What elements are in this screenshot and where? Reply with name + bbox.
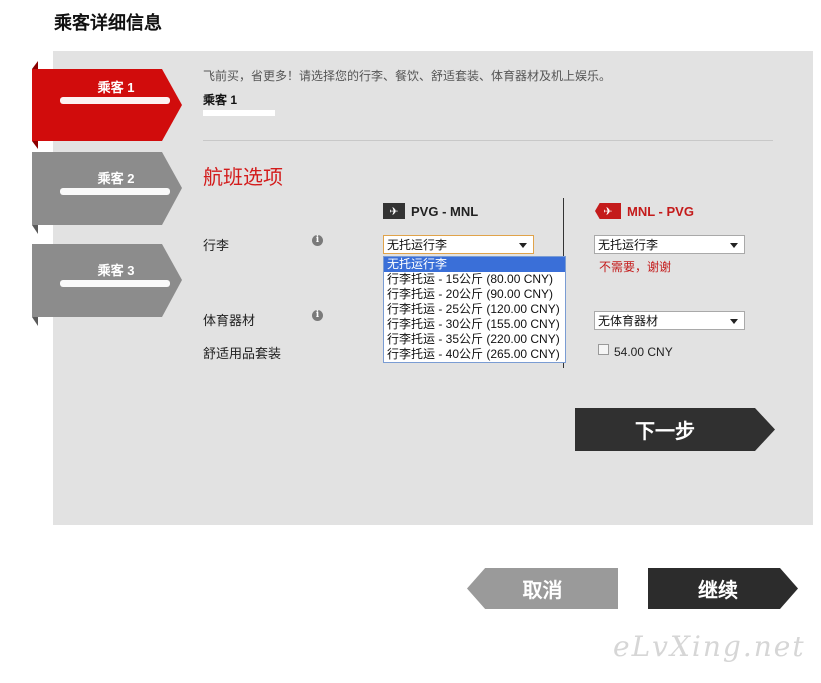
continue-button[interactable]: 继续	[648, 568, 798, 609]
route-outbound-label: PVG - MNL	[411, 203, 479, 219]
info-icon[interactable]: i	[312, 310, 323, 321]
watermark: eLvXing.net	[613, 630, 806, 663]
cancel-button[interactable]: 取消	[467, 568, 618, 609]
passenger-tab-2[interactable]: 乘客 2	[32, 152, 182, 234]
route-return: ✈ MNL - PVG	[595, 203, 694, 219]
dropdown-option[interactable]: 行李托运 - 20公斤 (90.00 CNY)	[384, 287, 565, 302]
select-value: 无体育器材	[598, 314, 659, 328]
divider	[203, 140, 773, 141]
passenger-tab-label: 乘客 3	[97, 263, 135, 278]
return-baggage-select[interactable]: 无托运行李	[594, 235, 745, 254]
passenger-tab-1[interactable]: 乘客 1	[32, 61, 182, 149]
comfort-label: 舒适用品套装	[203, 346, 282, 361]
current-passenger-label: 乘客 1	[203, 93, 238, 107]
outbound-baggage-select[interactable]: 无托运行李	[383, 235, 534, 254]
dropdown-option[interactable]: 行李托运 - 40公斤 (265.00 CNY)	[384, 347, 565, 362]
tab-ribbon-shape	[32, 244, 182, 326]
page-title: 乘客详细信息	[54, 13, 162, 33]
intro-text: 飞前买，省更多！请选择您的行李、餐饮、舒适套装、体育器材及机上娱乐。	[203, 69, 612, 83]
info-icon[interactable]: i	[312, 235, 323, 246]
comfort-price: 54.00 CNY	[614, 345, 673, 359]
plane-arrival-icon: ✈	[595, 203, 621, 219]
tab-ribbon-shape	[32, 152, 182, 234]
baggage-label: 行李	[203, 238, 230, 253]
tab-ribbon-shape	[32, 61, 182, 149]
chevron-down-icon	[730, 319, 738, 324]
passenger-name-redacted	[60, 188, 170, 195]
route-outbound: ✈ PVG - MNL	[383, 203, 478, 219]
baggage-dropdown-list: 无托运行李 行李托运 - 15公斤 (80.00 CNY) 行李托运 - 20公…	[383, 256, 566, 363]
sports-label: 体育器材	[203, 313, 256, 328]
dropdown-option[interactable]: 行李托运 - 35公斤 (220.00 CNY)	[384, 332, 565, 347]
route-return-label: MNL - PVG	[627, 203, 694, 219]
plane-departure-icon: ✈	[383, 203, 405, 219]
baggage-note: 不需要，谢谢	[599, 260, 672, 274]
passenger-tab-label: 乘客 1	[97, 80, 135, 95]
dropdown-option[interactable]: 行李托运 - 25公斤 (120.00 CNY)	[384, 302, 565, 317]
section-title: 航班选项	[203, 165, 283, 189]
chevron-down-icon	[730, 243, 738, 248]
select-value: 无托运行李	[387, 238, 448, 252]
passenger-name-redacted	[60, 280, 170, 287]
select-value: 无托运行李	[598, 238, 659, 252]
next-button[interactable]: 下一步	[575, 408, 775, 451]
dropdown-option[interactable]: 无托运行李	[384, 257, 565, 272]
return-sports-select[interactable]: 无体育器材	[594, 311, 745, 330]
passenger-name-redacted	[203, 110, 275, 116]
chevron-down-icon	[519, 243, 527, 248]
dropdown-option[interactable]: 行李托运 - 15公斤 (80.00 CNY)	[384, 272, 565, 287]
passenger-name-redacted	[60, 97, 170, 104]
passenger-tab-3[interactable]: 乘客 3	[32, 244, 182, 326]
passenger-tab-label: 乘客 2	[97, 171, 135, 186]
dropdown-option[interactable]: 行李托运 - 30公斤 (155.00 CNY)	[384, 317, 565, 332]
comfort-checkbox[interactable]	[598, 344, 609, 355]
